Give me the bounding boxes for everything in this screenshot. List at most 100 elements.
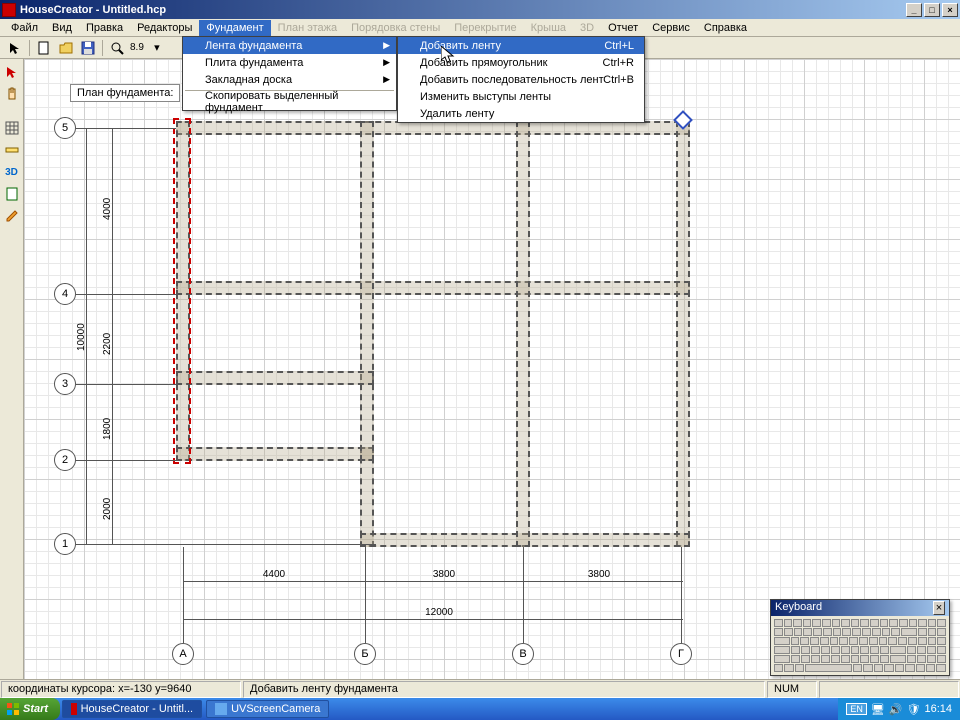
axis-3: 3: [54, 373, 76, 395]
pencil-icon[interactable]: [2, 206, 22, 226]
submenu-arrow-icon: ▶: [383, 57, 390, 68]
menu-editors[interactable]: Редакторы: [130, 20, 199, 36]
menu-foundation[interactable]: Фундамент: [199, 20, 270, 36]
menu-wall-order[interactable]: Порядовка стены: [344, 20, 447, 36]
task-label: HouseCreator - Untitl...: [81, 703, 193, 715]
window-title: HouseCreator - Untitled.hcp: [20, 4, 904, 16]
osk-keys: [771, 616, 949, 675]
taskbar: Start HouseCreator - Untitl... UVScreenC…: [0, 698, 960, 720]
app-small-icon: [71, 703, 77, 715]
save-file-icon[interactable]: [78, 38, 98, 58]
menu-item-label: Лента фундамента: [205, 40, 302, 52]
open-file-icon[interactable]: [56, 38, 76, 58]
system-tray[interactable]: EN 🖥 🔊 🛡 16:14: [838, 698, 960, 720]
task-label: UVScreenCamera: [231, 703, 320, 715]
foundation-menu-dropdown: Лента фундамента ▶ Плита фундамента ▶ За…: [182, 36, 397, 111]
menu-strip-foundation[interactable]: Лента фундамента ▶: [183, 37, 396, 54]
ruler-icon[interactable]: [2, 140, 22, 160]
doc-icon[interactable]: [2, 184, 22, 204]
tray-icon[interactable]: 🛡: [907, 703, 921, 716]
start-button[interactable]: Start: [0, 698, 60, 720]
axis-v: В: [512, 643, 534, 665]
dim-4400: 4400: [249, 569, 299, 580]
3d-label[interactable]: 3D: [2, 162, 22, 182]
menu-item-label: Удалить ленту: [420, 108, 494, 120]
menu-add-rectangle[interactable]: Добавить прямоугольник Ctrl+R: [398, 54, 644, 71]
menu-item-label: Изменить выступы ленты: [420, 91, 551, 103]
statusbar: координаты курсора: x=-130 y=9640 Добави…: [0, 679, 960, 698]
menubar: Файл Вид Правка Редакторы Фундамент План…: [0, 19, 960, 37]
plan-title-box: План фундамента:: [70, 84, 180, 102]
axis-a: А: [172, 643, 194, 665]
new-file-icon[interactable]: [34, 38, 54, 58]
foundation-drawing: [176, 121, 690, 547]
zoom-tool-icon[interactable]: [107, 38, 127, 58]
menu-delete-strip[interactable]: Удалить ленту: [398, 105, 644, 122]
left-tool-strip: 3D: [0, 59, 24, 679]
tray-icon[interactable]: 🖥: [871, 703, 885, 716]
drawing-canvas[interactable]: План фундамента: 5 4 3 2 1 А Б В Г 4000 …: [24, 59, 960, 679]
close-button[interactable]: ×: [942, 3, 958, 17]
menu-3d[interactable]: 3D: [573, 20, 601, 36]
dim-3800a: 3800: [419, 569, 469, 580]
menu-add-sequence[interactable]: Добавить последовательность лент Ctrl+B: [398, 71, 644, 88]
grid-icon[interactable]: [2, 118, 22, 138]
osk-titlebar[interactable]: Keyboard ×: [771, 600, 949, 616]
menu-roof[interactable]: Крыша: [524, 20, 573, 36]
menu-slab-foundation[interactable]: Плита фундамента ▶: [183, 54, 396, 71]
zoom-value: 8.9: [130, 42, 144, 53]
menu-help[interactable]: Справка: [697, 20, 754, 36]
onscreen-keyboard[interactable]: Keyboard ×: [770, 599, 950, 676]
status-hint: Добавить ленту фундамента: [243, 681, 765, 698]
menu-item-label: Плита фундамента: [205, 57, 303, 69]
menu-item-label: Добавить прямоугольник: [420, 57, 547, 69]
menu-change-ledges[interactable]: Изменить выступы ленты: [398, 88, 644, 105]
menu-view[interactable]: Вид: [45, 20, 79, 36]
menu-add-strip[interactable]: Добавить ленту Ctrl+L: [398, 37, 644, 54]
menu-edit[interactable]: Правка: [79, 20, 130, 36]
strip-foundation-submenu: Добавить ленту Ctrl+L Добавить прямоугол…: [397, 36, 645, 123]
start-label: Start: [23, 703, 48, 715]
menu-item-label: Скопировать выделенный фундамент: [205, 90, 376, 114]
select-tool-icon[interactable]: [5, 38, 25, 58]
status-coords: координаты курсора: x=-130 y=9640: [1, 681, 241, 698]
axis-b: Б: [354, 643, 376, 665]
menu-floorplan[interactable]: План этажа: [271, 20, 344, 36]
app-small-icon: [215, 703, 227, 715]
clock[interactable]: 16:14: [924, 703, 952, 715]
submenu-arrow-icon: ▶: [383, 74, 390, 85]
taskbar-app-housecreator[interactable]: HouseCreator - Untitl...: [62, 700, 202, 718]
menu-overlap[interactable]: Перекрытие: [447, 20, 523, 36]
menu-service[interactable]: Сервис: [645, 20, 697, 36]
app-icon: [2, 3, 16, 17]
axis-1: 1: [54, 533, 76, 555]
menu-shortcut: Ctrl+R: [603, 57, 634, 69]
axis-2: 2: [54, 449, 76, 471]
maximize-button[interactable]: □: [924, 3, 940, 17]
status-num: NUM: [767, 681, 817, 698]
plan-title: План фундамента:: [77, 87, 173, 99]
dim-12000: 12000: [409, 607, 469, 618]
osk-title: Keyboard: [775, 601, 822, 615]
menu-shortcut: Ctrl+B: [603, 74, 634, 86]
pointer-icon[interactable]: [2, 62, 22, 82]
menu-report[interactable]: Отчет: [601, 20, 645, 36]
dim-3800b: 3800: [574, 569, 624, 580]
menu-anchor-board[interactable]: Закладная доска ▶: [183, 71, 396, 88]
minimize-button[interactable]: _: [906, 3, 922, 17]
menu-item-label: Добавить ленту: [420, 40, 501, 52]
status-empty: [819, 681, 959, 698]
taskbar-app-uvscreen[interactable]: UVScreenCamera: [206, 700, 329, 718]
hand-icon[interactable]: [2, 84, 22, 104]
tray-icon[interactable]: 🔊: [889, 703, 903, 716]
titlebar: HouseCreator - Untitled.hcp _ □ ×: [0, 0, 960, 19]
menu-item-label: Добавить последовательность лент: [420, 74, 604, 86]
axis-5: 5: [54, 117, 76, 139]
axis-4: 4: [54, 283, 76, 305]
menu-copy-foundation[interactable]: Скопировать выделенный фундамент: [183, 93, 396, 110]
zoom-dropdown-icon[interactable]: ▾: [147, 38, 167, 58]
axis-g: Г: [670, 643, 692, 665]
lang-indicator[interactable]: EN: [846, 703, 867, 715]
menu-file[interactable]: Файл: [4, 20, 45, 36]
osk-close-icon[interactable]: ×: [933, 601, 945, 615]
